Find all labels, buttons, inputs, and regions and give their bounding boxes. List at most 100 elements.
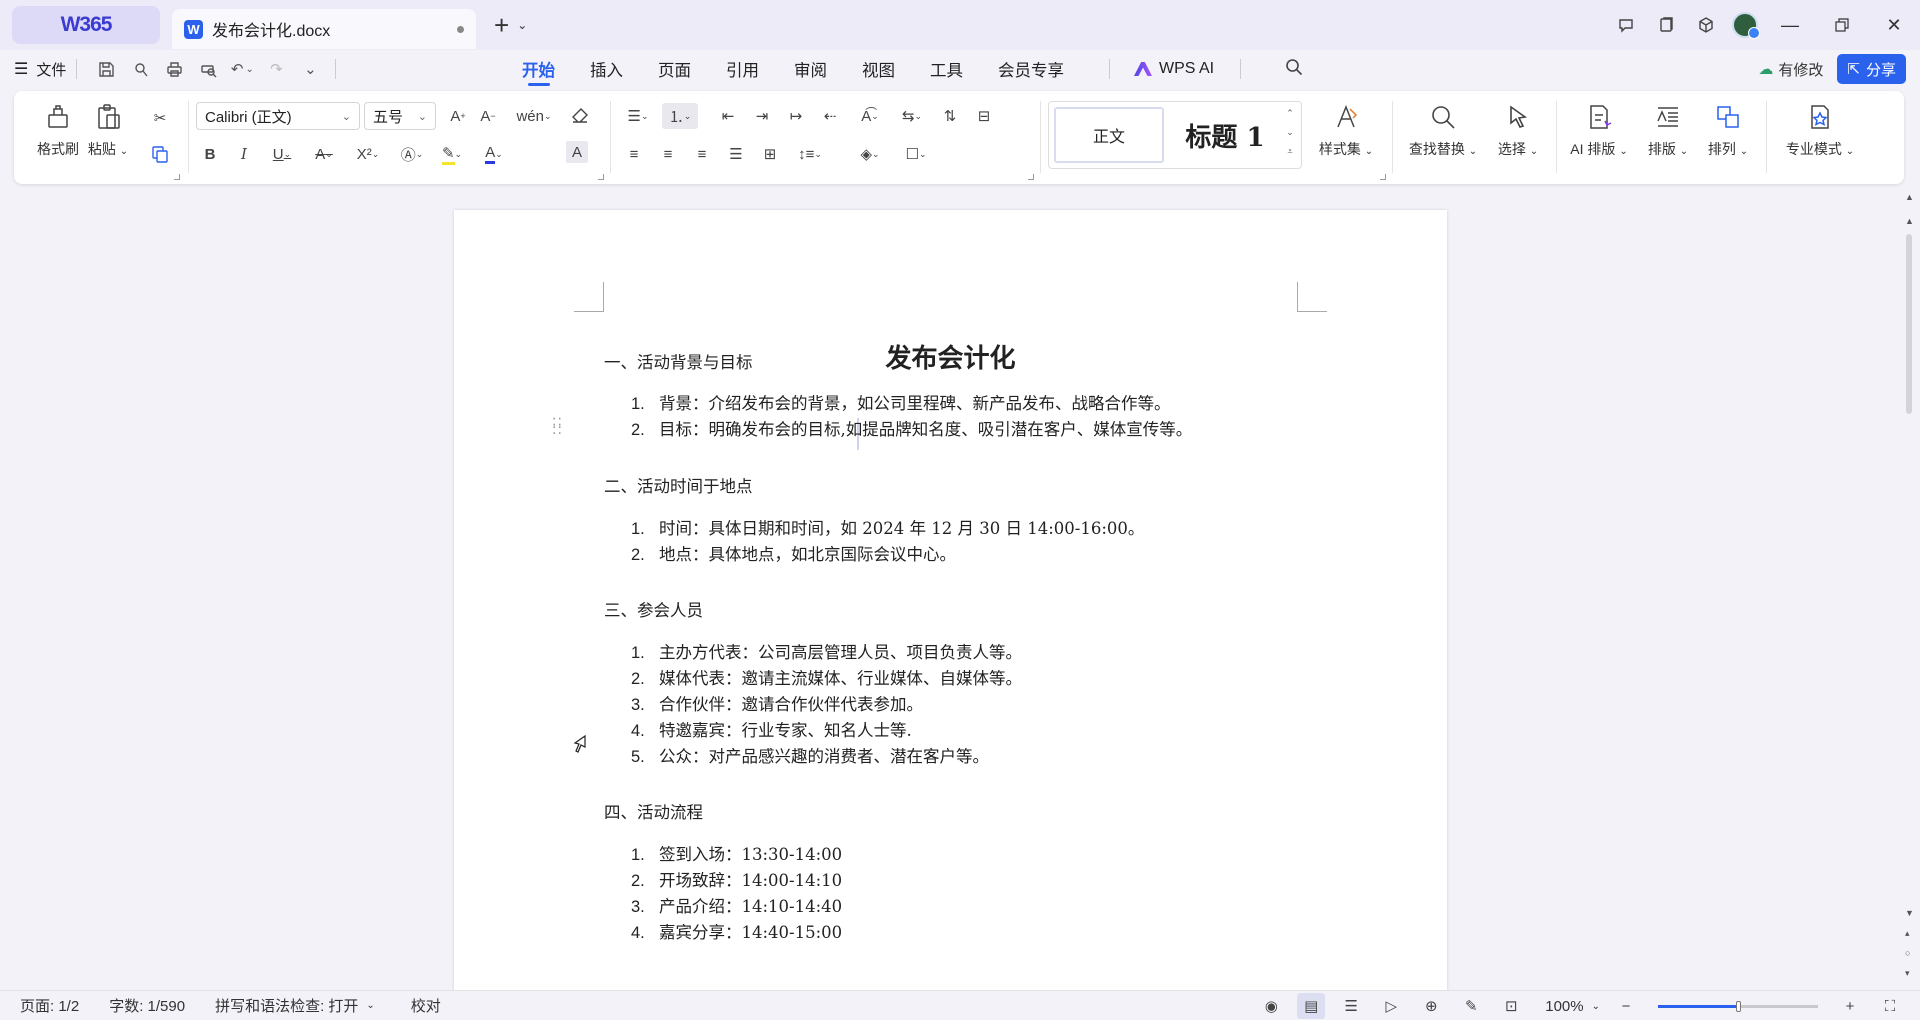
tab-references[interactable]: 引用 bbox=[726, 50, 759, 88]
section-heading[interactable]: 四、活动流程 bbox=[604, 799, 703, 823]
document-tab[interactable]: W 发布会计化.docx bbox=[172, 9, 476, 49]
page-view-icon[interactable]: ▤ bbox=[1297, 993, 1326, 1019]
distributed-align-icon[interactable]: ⊞ bbox=[756, 141, 784, 167]
fullscreen-icon[interactable]: ⛶ bbox=[1870, 991, 1910, 1020]
tab-review[interactable]: 审阅 bbox=[794, 50, 827, 88]
web-view-icon[interactable]: ⊕ bbox=[1411, 991, 1451, 1020]
tab-member[interactable]: 会员专享 bbox=[998, 50, 1064, 88]
chevron-down-icon[interactable]: ⌄ bbox=[1286, 127, 1294, 138]
show-marks-icon[interactable]: ⊟ bbox=[970, 103, 998, 129]
select-button[interactable]: 选择 ⌄ bbox=[1490, 101, 1546, 159]
list-item[interactable]: 3. 合作伙伴：邀请合作伙伴代表参加。 bbox=[631, 691, 923, 715]
list-item[interactable]: 1. 签到入场：13:30-14:00 bbox=[631, 841, 842, 865]
chevron-down-icon[interactable]: ⌄ bbox=[517, 18, 527, 32]
play-icon[interactable]: ▷ bbox=[1371, 991, 1411, 1020]
increase-indent-icon[interactable]: ⇥ bbox=[748, 103, 776, 129]
pro-mode-button[interactable]: 专业模式 ⌄ bbox=[1782, 101, 1858, 159]
print-icon[interactable] bbox=[159, 54, 189, 84]
section-heading[interactable]: 二、活动时间于地点 bbox=[604, 473, 753, 497]
tab-view[interactable]: 视图 bbox=[862, 50, 895, 88]
print-preview-icon[interactable] bbox=[193, 54, 223, 84]
zoom-select[interactable]: 100% ⌄ bbox=[1545, 998, 1600, 1015]
style-set-button[interactable]: 样式集 ⌄ bbox=[1314, 101, 1378, 159]
scrollbar-thumb[interactable] bbox=[1906, 234, 1912, 414]
align-right-icon[interactable]: ≡ bbox=[688, 141, 716, 167]
style-gallery-scroll[interactable]: ⌃ ⌄ ⩡ bbox=[1283, 108, 1297, 157]
close-window-button[interactable]: ✕ bbox=[1868, 0, 1920, 50]
style-normal[interactable]: 正文 bbox=[1054, 107, 1164, 163]
list-item[interactable]: 2. 媒体代表：邀请主流媒体、行业媒体、自媒体等。 bbox=[631, 665, 1022, 689]
find-replace-button[interactable]: 查找替换 ⌄ bbox=[1404, 101, 1482, 159]
document-page[interactable]: 发布会计化 ⁚⁚ ⁚⁚ 一、活动背景与目标 1. 背景：介绍发布会的背景，如公司里程… bbox=[454, 210, 1447, 990]
next-page-icon[interactable]: ▾ bbox=[1905, 968, 1910, 979]
zoom-out-icon[interactable]: − bbox=[1606, 991, 1646, 1020]
shading-icon[interactable]: ◈ ⌄ bbox=[850, 141, 890, 167]
window-layout-icon[interactable] bbox=[1646, 5, 1686, 45]
copy-icon[interactable] bbox=[146, 141, 174, 167]
pen-icon[interactable]: ✎ bbox=[1451, 991, 1491, 1020]
minimize-button[interactable]: — bbox=[1764, 0, 1816, 50]
decrease-indent-icon[interactable]: ⇤ bbox=[714, 103, 742, 129]
align-left-icon[interactable]: ≡ bbox=[620, 141, 648, 167]
bullet-list-icon[interactable]: ☰ ⌄ bbox=[620, 103, 656, 129]
scroll-up-icon[interactable]: ▲ bbox=[1905, 216, 1914, 226]
section-heading[interactable]: 三、参会人员 bbox=[604, 597, 703, 621]
chat-icon[interactable] bbox=[1606, 5, 1646, 45]
list-item[interactable]: 1. 背景：介绍发布会的背景，如公司里程碑、新产品发布、战略合作等。 bbox=[631, 390, 1171, 414]
paste-button[interactable]: 粘贴 ⌄ bbox=[80, 101, 136, 159]
zoom-slider[interactable] bbox=[1658, 1000, 1818, 1012]
chevron-up-icon[interactable]: ⌃ bbox=[1286, 108, 1294, 119]
list-item[interactable]: 3. 产品介绍：14:10-14:40 bbox=[631, 893, 842, 917]
styles-dialog-launcher-icon[interactable] bbox=[1380, 174, 1386, 180]
user-avatar[interactable] bbox=[1732, 12, 1760, 39]
save-icon[interactable] bbox=[91, 54, 121, 84]
customize-toolbar-chevron-icon[interactable]: ⌄ bbox=[295, 54, 325, 84]
section-heading[interactable]: 一、活动背景与目标 bbox=[604, 349, 753, 373]
redo-icon[interactable]: ↷ bbox=[261, 54, 291, 84]
outline-view-icon[interactable]: ☰ bbox=[1331, 991, 1371, 1020]
highlight-icon[interactable]: ✎ ⌄ bbox=[434, 141, 470, 167]
zoom-slider-knob[interactable] bbox=[1736, 1000, 1741, 1012]
wps-ai-button[interactable]: WPS AI bbox=[1134, 60, 1214, 78]
font-name-select[interactable]: Calibri (正文) ⌄ bbox=[196, 102, 360, 130]
export-icon[interactable] bbox=[125, 54, 155, 84]
borders-icon[interactable]: ☐ ⌄ bbox=[896, 141, 936, 167]
proofread-button[interactable]: 校对 bbox=[411, 995, 441, 1016]
word-count[interactable]: 字数: 1/590 bbox=[109, 995, 185, 1016]
list-item[interactable]: 5. 公众：对产品感兴趣的消费者、潜在客户等。 bbox=[631, 743, 989, 767]
file-menu[interactable]: ☰ 文件 bbox=[14, 59, 66, 80]
restore-button[interactable] bbox=[1816, 0, 1868, 50]
list-item[interactable]: 1. 主办方代表：公司高层管理人员、项目负责人等。 bbox=[631, 639, 1022, 663]
list-item[interactable]: 2. 开场致辞：14:00-14:10 bbox=[631, 867, 842, 891]
text-wrap-icon[interactable]: ⇆ ⌄ bbox=[894, 103, 930, 129]
font-color-icon[interactable]: A ⌄ bbox=[476, 141, 512, 167]
layout-button[interactable]: 排版 ⌄ bbox=[1640, 101, 1696, 159]
changes-status[interactable]: ☁ 有修改 bbox=[1758, 59, 1823, 80]
increase-font-icon[interactable]: A + bbox=[444, 103, 472, 129]
justify-icon[interactable]: ☰ bbox=[722, 141, 750, 167]
format-painter-button[interactable]: 格式刷 bbox=[30, 101, 86, 159]
decrease-font-icon[interactable]: A − bbox=[474, 103, 502, 129]
unsaved-dot-icon[interactable] bbox=[457, 25, 464, 33]
page-indicator[interactable]: 页面: 1/2 bbox=[20, 995, 79, 1016]
document-title[interactable]: 发布会计化 bbox=[454, 338, 1447, 375]
zoom-in-icon[interactable]: + bbox=[1830, 991, 1870, 1020]
italic-icon[interactable]: I bbox=[230, 141, 258, 167]
vertical-scrollbar[interactable]: ▲ ▲ ▼ ▴ ○ ▾ bbox=[1898, 190, 1920, 990]
paragraph-dialog-launcher-icon[interactable] bbox=[1028, 174, 1034, 180]
tab-page[interactable]: 页面 bbox=[658, 50, 691, 88]
scroll-up-double-icon[interactable]: ▲ bbox=[1905, 192, 1914, 202]
brand-tab[interactable]: W365 bbox=[12, 6, 160, 44]
list-item[interactable]: 2. 地点：具体地点，如北京国际会议中心。 bbox=[631, 541, 956, 565]
list-item[interactable]: 1. 时间：具体日期和时间，如 2024 年 12 月 30 日 14:00-16… bbox=[631, 515, 1144, 539]
list-item[interactable]: 4. 嘉宾分享：14:40-15:00 bbox=[631, 919, 842, 943]
text-direction-icon[interactable]: ⇠ bbox=[816, 103, 844, 129]
sort-icon[interactable]: ⇅ bbox=[936, 103, 964, 129]
tab-tools[interactable]: 工具 bbox=[930, 50, 963, 88]
list-item[interactable]: 4. 特邀嘉宾：行业专家、知名人士等. bbox=[631, 717, 912, 741]
list-item[interactable]: 2. 目标：明确发布会的目标,如提品牌知名度、吸引潜在客户、媒体宣传等。 bbox=[631, 416, 1192, 440]
strikethrough-icon[interactable]: A ⌄ bbox=[306, 141, 342, 167]
share-button[interactable]: ⇱ 分享 bbox=[1837, 54, 1906, 84]
search-icon[interactable] bbox=[1285, 58, 1303, 80]
numbered-list-icon[interactable]: ⒈ ⌄ bbox=[662, 103, 698, 129]
